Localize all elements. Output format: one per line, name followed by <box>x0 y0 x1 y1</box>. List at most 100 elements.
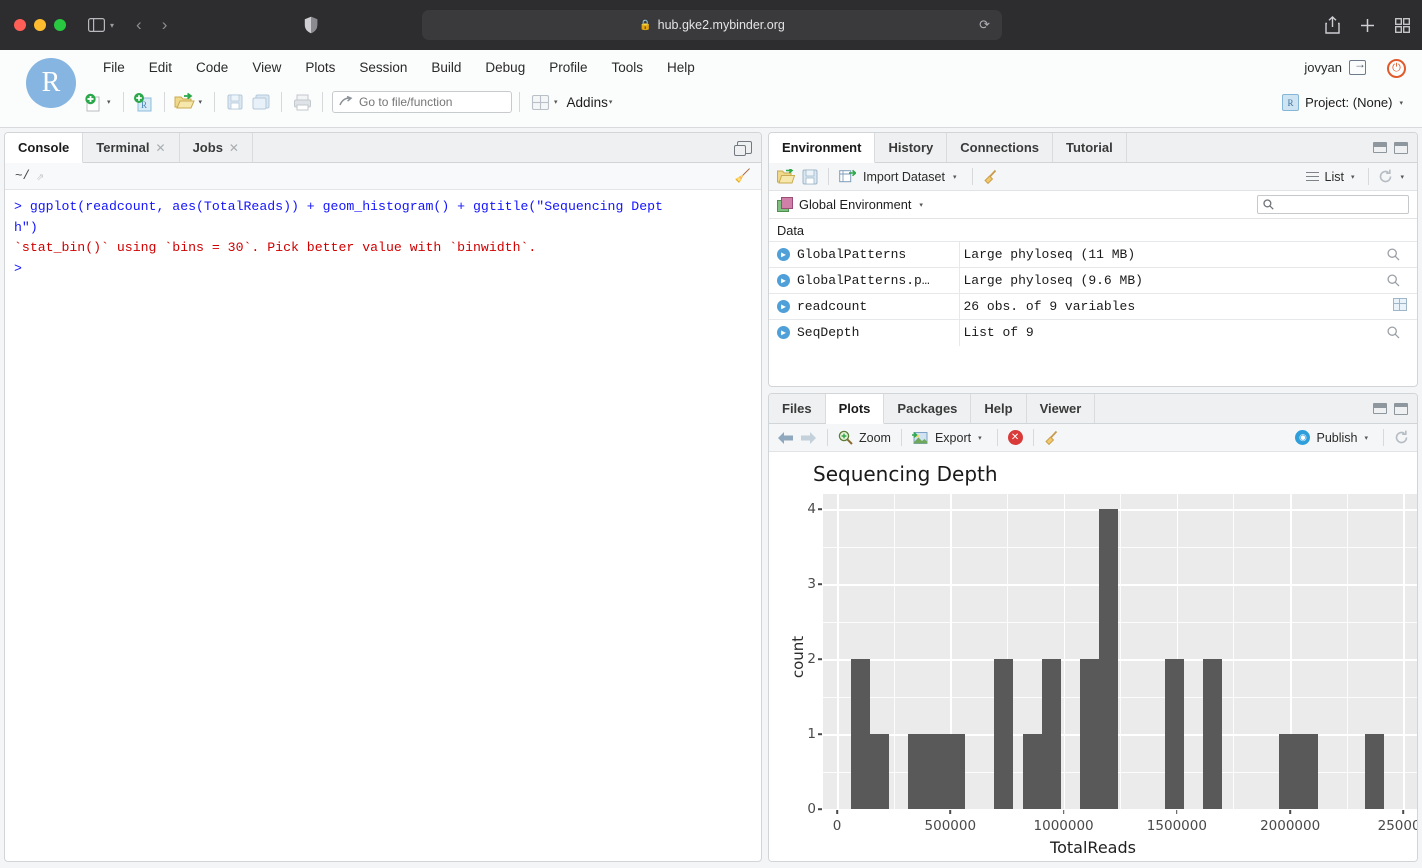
open-file-icon[interactable] <box>172 90 198 114</box>
project-selector[interactable]: R Project: (None) ▾ <box>1282 94 1408 111</box>
publish-dropdown-icon[interactable]: ▾ <box>1364 434 1368 442</box>
menu-profile[interactable]: Profile <box>538 56 598 79</box>
minimize-window-button[interactable] <box>34 19 46 31</box>
goto-file-function-input[interactable] <box>359 95 500 109</box>
shield-icon[interactable] <box>304 16 318 34</box>
save-all-icon[interactable] <box>248 90 274 114</box>
workspace-panes-dropdown-icon[interactable]: ▾ <box>554 98 558 106</box>
publish-button[interactable]: Publish <box>1316 431 1357 445</box>
addins-dropdown-icon[interactable]: ▾ <box>609 98 613 106</box>
refresh-icon[interactable] <box>1394 430 1409 445</box>
sign-out-icon[interactable] <box>1349 57 1366 75</box>
address-bar[interactable]: 🔒 hub.gke2.mybinder.org ⟳ <box>422 10 1002 40</box>
menu-session[interactable]: Session <box>348 56 418 79</box>
new-tab-icon[interactable] <box>1360 18 1375 33</box>
maximize-window-button[interactable] <box>54 19 66 31</box>
publish-icon[interactable]: ◉ <box>1295 430 1311 445</box>
tab-connections[interactable]: Connections <box>947 133 1053 162</box>
tab-environment[interactable]: Environment <box>769 133 876 163</box>
save-disk-icon[interactable] <box>802 169 818 185</box>
env-name-cell[interactable]: ▶ readcount <box>769 293 960 320</box>
show-folder-icon[interactable]: ⇗ <box>36 169 44 184</box>
project-dropdown-icon[interactable]: ▾ <box>1399 99 1403 107</box>
scope-dropdown-icon[interactable]: ▾ <box>919 201 923 209</box>
env-name-cell[interactable]: ▶ SeqDepth <box>769 319 960 346</box>
open-folder-icon[interactable] <box>777 169 795 184</box>
table-row[interactable]: ▶ SeqDepth List of 9 <box>769 319 1417 346</box>
next-plot-icon[interactable] <box>800 431 817 445</box>
refresh-icon[interactable] <box>1378 169 1393 184</box>
menu-plots[interactable]: Plots <box>294 56 346 79</box>
tab-plots[interactable]: Plots <box>825 394 885 424</box>
magnifier-plus-icon[interactable] <box>838 430 853 445</box>
reload-icon[interactable]: ⟳ <box>979 17 990 33</box>
environment-search-field[interactable] <box>1257 195 1409 214</box>
menu-view[interactable]: View <box>241 56 292 79</box>
sidebar-toggle-icon[interactable] <box>88 18 105 32</box>
close-icon[interactable]: ✕ <box>229 141 239 155</box>
broom-icon[interactable]: 🧹 <box>735 169 751 184</box>
expand-icon[interactable]: ▶ <box>777 300 790 313</box>
tab-files[interactable]: Files <box>769 394 826 423</box>
table-row[interactable]: ▶ GlobalPatterns.p… Large phyloseq (9.6 … <box>769 267 1417 294</box>
table-row[interactable]: ▶ GlobalPatterns Large phyloseq (11 MB) <box>769 241 1417 268</box>
tab-overview-icon[interactable] <box>1395 17 1410 33</box>
tab-terminal[interactable]: Terminal ✕ <box>83 133 180 162</box>
magnifier-icon[interactable] <box>1383 267 1417 294</box>
open-file-dropdown-icon[interactable]: ▾ <box>199 98 203 106</box>
maximize-pane-icon[interactable] <box>1394 141 1408 154</box>
browser-back-icon[interactable]: ‹ <box>136 15 142 35</box>
env-name-cell[interactable]: ▶ GlobalPatterns.p… <box>769 267 960 294</box>
previous-plot-icon[interactable] <box>777 431 794 445</box>
window-traffic-lights[interactable] <box>14 19 66 31</box>
menu-build[interactable]: Build <box>420 56 472 79</box>
close-window-button[interactable] <box>14 19 26 31</box>
workspace-panes-icon[interactable] <box>527 90 553 114</box>
table-row[interactable]: ▶ readcount 26 obs. of 9 variables <box>769 293 1417 320</box>
menu-tools[interactable]: Tools <box>600 56 654 79</box>
magnifier-icon[interactable] <box>1383 319 1417 346</box>
addins-button[interactable]: Addins <box>567 95 608 110</box>
new-file-dropdown-icon[interactable]: ▾ <box>107 98 111 106</box>
maximize-pane-icon[interactable] <box>734 141 752 156</box>
plot-output-area[interactable]: Sequencing Depth count TotalReads 012340… <box>769 452 1417 861</box>
console-output[interactable]: > ggplot(readcount, aes(TotalReads)) + g… <box>5 190 761 861</box>
global-environment-label[interactable]: Global Environment <box>799 197 911 212</box>
tab-help[interactable]: Help <box>971 394 1027 423</box>
goto-file-function-field[interactable] <box>332 91 513 113</box>
export-button[interactable]: Export <box>935 431 971 445</box>
view-mode-label[interactable]: List <box>1325 170 1344 184</box>
menu-file[interactable]: File <box>92 56 136 79</box>
expand-icon[interactable]: ▶ <box>777 248 790 261</box>
view-mode-dropdown-icon[interactable]: ▾ <box>1351 173 1355 181</box>
new-project-icon[interactable]: R <box>131 90 157 114</box>
menu-code[interactable]: Code <box>185 56 239 79</box>
zoom-button[interactable]: Zoom <box>859 431 891 445</box>
tab-history[interactable]: History <box>875 133 948 162</box>
browser-forward-icon[interactable]: › <box>162 15 168 35</box>
save-icon[interactable] <box>222 90 248 114</box>
broom-icon[interactable] <box>983 169 999 185</box>
import-dataset-dropdown-icon[interactable]: ▾ <box>953 173 957 181</box>
maximize-pane-icon[interactable] <box>1394 402 1408 415</box>
new-file-icon[interactable] <box>80 90 106 114</box>
broom-icon[interactable] <box>1044 430 1060 446</box>
magnifier-icon[interactable] <box>1383 241 1417 268</box>
export-dropdown-icon[interactable]: ▾ <box>978 434 982 442</box>
sidebar-dropdown-icon[interactable]: ▾ <box>110 21 114 30</box>
tab-jobs[interactable]: Jobs ✕ <box>179 133 253 162</box>
refresh-dropdown-icon[interactable]: ▾ <box>1400 173 1404 181</box>
expand-icon[interactable]: ▶ <box>777 274 790 287</box>
minimize-pane-icon[interactable] <box>1373 403 1387 414</box>
list-view-icon[interactable] <box>1305 171 1319 182</box>
share-icon[interactable] <box>1325 16 1340 34</box>
print-icon[interactable] <box>289 90 315 114</box>
tab-viewer[interactable]: Viewer <box>1026 394 1096 423</box>
minimize-pane-icon[interactable] <box>1373 142 1387 153</box>
quit-session-icon[interactable]: ⏻ <box>1387 59 1406 78</box>
tab-tutorial[interactable]: Tutorial <box>1053 133 1127 162</box>
expand-icon[interactable]: ▶ <box>777 326 790 340</box>
close-icon[interactable]: ✕ <box>156 141 166 155</box>
tab-console[interactable]: Console <box>5 133 84 163</box>
table-grid-icon[interactable] <box>1383 293 1417 320</box>
